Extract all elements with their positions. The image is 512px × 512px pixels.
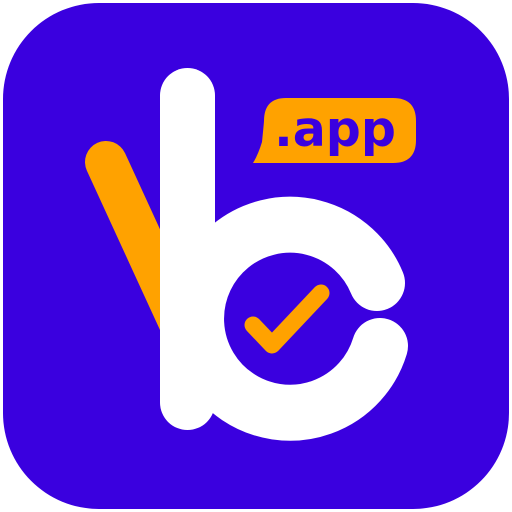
app-icon[interactable]: .app	[0, 0, 512, 512]
app-icon-page: .app	[0, 0, 512, 512]
app-badge-text: .app	[274, 101, 396, 158]
